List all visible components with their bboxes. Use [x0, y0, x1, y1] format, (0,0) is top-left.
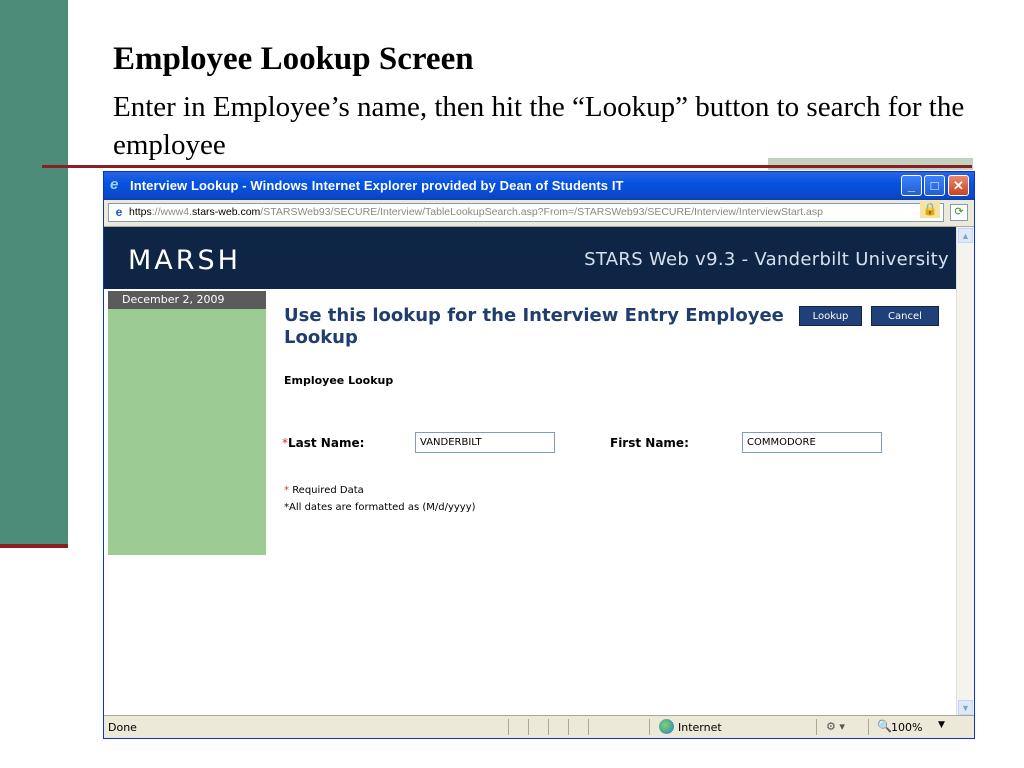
browser-window: e Interview Lookup - Windows Internet Ex…: [103, 171, 975, 739]
address-url: https://www4.stars-web.com/STARSWeb93/SE…: [129, 206, 823, 218]
required-note: * Required Data: [284, 485, 364, 496]
close-button[interactable]: ✕: [948, 175, 969, 196]
first-name-input[interactable]: [742, 432, 882, 453]
status-divider: [816, 719, 817, 735]
maximize-button[interactable]: □: [924, 175, 945, 196]
status-text: Done: [108, 721, 137, 734]
address-bar: e https://www4.stars-web.com/STARSWeb93/S…: [104, 200, 974, 227]
refresh-icon[interactable]: ⟳: [950, 204, 968, 221]
zoom-dropdown-icon[interactable]: ▼: [938, 720, 945, 730]
zoom-level[interactable]: 100%: [891, 721, 922, 734]
last-name-input[interactable]: [415, 432, 555, 453]
zoom-icon[interactable]: 🔍: [877, 719, 892, 733]
status-divider: [588, 719, 589, 735]
last-name-label: *Last Name:: [282, 436, 365, 450]
lock-icon[interactable]: 🔒: [920, 201, 940, 218]
side-panel: [108, 309, 266, 555]
minimize-button[interactable]: _: [901, 175, 922, 196]
date-format-note: *All dates are formatted as (M/d/yyyy): [284, 502, 476, 513]
scroll-down-icon[interactable]: ▼: [958, 700, 973, 715]
vertical-scrollbar[interactable]: ▲ ▼: [956, 227, 974, 716]
status-divider: [649, 719, 650, 735]
address-field[interactable]: e https://www4.stars-web.com/STARSWeb93/S…: [108, 203, 944, 222]
first-name-label: First Name:: [610, 436, 689, 450]
slide-title: Employee Lookup Screen: [113, 41, 474, 77]
site-title: STARS Web v9.3 - Vanderbilt University: [584, 249, 949, 270]
internet-zone-icon: [659, 719, 674, 734]
slide-accent-line: [0, 544, 68, 548]
lookup-button[interactable]: Lookup: [799, 306, 862, 326]
security-zone: Internet: [678, 721, 722, 734]
page-viewport: MARSH STARS Web v9.3 - Vanderbilt Univer…: [104, 227, 957, 716]
slide-divider: [42, 165, 972, 168]
current-date: December 2, 2009: [108, 291, 266, 309]
scroll-up-icon[interactable]: ▲: [958, 228, 973, 243]
site-header: MARSH STARS Web v9.3 - Vanderbilt Univer…: [104, 227, 957, 289]
window-titlebar[interactable]: e Interview Lookup - Windows Internet Ex…: [104, 172, 974, 200]
window-title: Interview Lookup - Windows Internet Expl…: [130, 178, 624, 193]
status-divider: [528, 719, 529, 735]
status-divider: [868, 719, 869, 735]
status-divider: [508, 719, 509, 735]
slide-body-text: Enter in Employee’s name, then hit the “…: [113, 91, 965, 161]
ie-logo-icon: e: [110, 176, 119, 193]
cancel-button[interactable]: Cancel: [871, 306, 939, 326]
slide-accent-bar: [0, 0, 68, 545]
status-bar: Done Internet ⚙ ▾ 🔍 100% ▼: [104, 715, 974, 738]
section-heading: Employee Lookup: [284, 374, 394, 387]
status-divider: [568, 719, 569, 735]
page-heading: Use this lookup for the Interview Entry …: [284, 305, 784, 348]
page-icon: e: [115, 205, 123, 219]
brand-logo: MARSH: [128, 245, 241, 276]
status-divider: [548, 719, 549, 735]
protected-mode-icon[interactable]: ⚙ ▾: [826, 720, 845, 733]
